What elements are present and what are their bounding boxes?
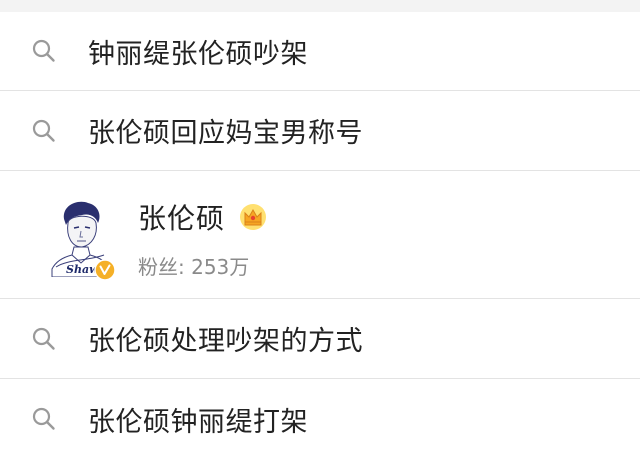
avatar-container[interactable]: Shawn: [48, 197, 116, 281]
user-name[interactable]: 张伦硕: [138, 197, 225, 237]
search-suggestion-list: 钟丽缇张伦硕吵架 张伦硕回应妈宝男称号 Shawn 张伦硕 粉丝: 253万 张…: [0, 12, 640, 457]
search-icon: [32, 39, 55, 62]
suggestion-item[interactable]: 钟丽缇张伦硕吵架: [0, 12, 640, 91]
crown-icon: [240, 204, 267, 230]
suggestion-item[interactable]: 张伦硕钟丽缇打架: [0, 379, 640, 457]
verified-badge-icon: [94, 259, 116, 281]
search-icon: [32, 327, 55, 350]
suggestion-item[interactable]: 张伦硕回应妈宝男称号: [0, 91, 640, 171]
suggestion-item[interactable]: 张伦硕处理吵架的方式: [0, 299, 640, 379]
user-name-line: 张伦硕: [138, 197, 267, 237]
search-icon: [32, 119, 55, 142]
suggestion-text: 张伦硕钟丽缇打架: [88, 406, 308, 438]
user-result-item[interactable]: Shawn 张伦硕 粉丝: 253万: [0, 171, 640, 299]
fans-label: 粉丝:: [138, 255, 185, 279]
user-info: 张伦硕 粉丝: 253万: [138, 197, 267, 280]
fans-value: 253万: [191, 255, 250, 279]
top-strip: [0, 0, 640, 12]
suggestion-text: 张伦硕回应妈宝男称号: [88, 118, 363, 149]
suggestion-text: 钟丽缇张伦硕吵架: [88, 38, 308, 70]
search-icon: [32, 407, 55, 430]
suggestion-text: 张伦硕处理吵架的方式: [88, 326, 363, 357]
fans-count: 粉丝: 253万: [138, 251, 267, 280]
